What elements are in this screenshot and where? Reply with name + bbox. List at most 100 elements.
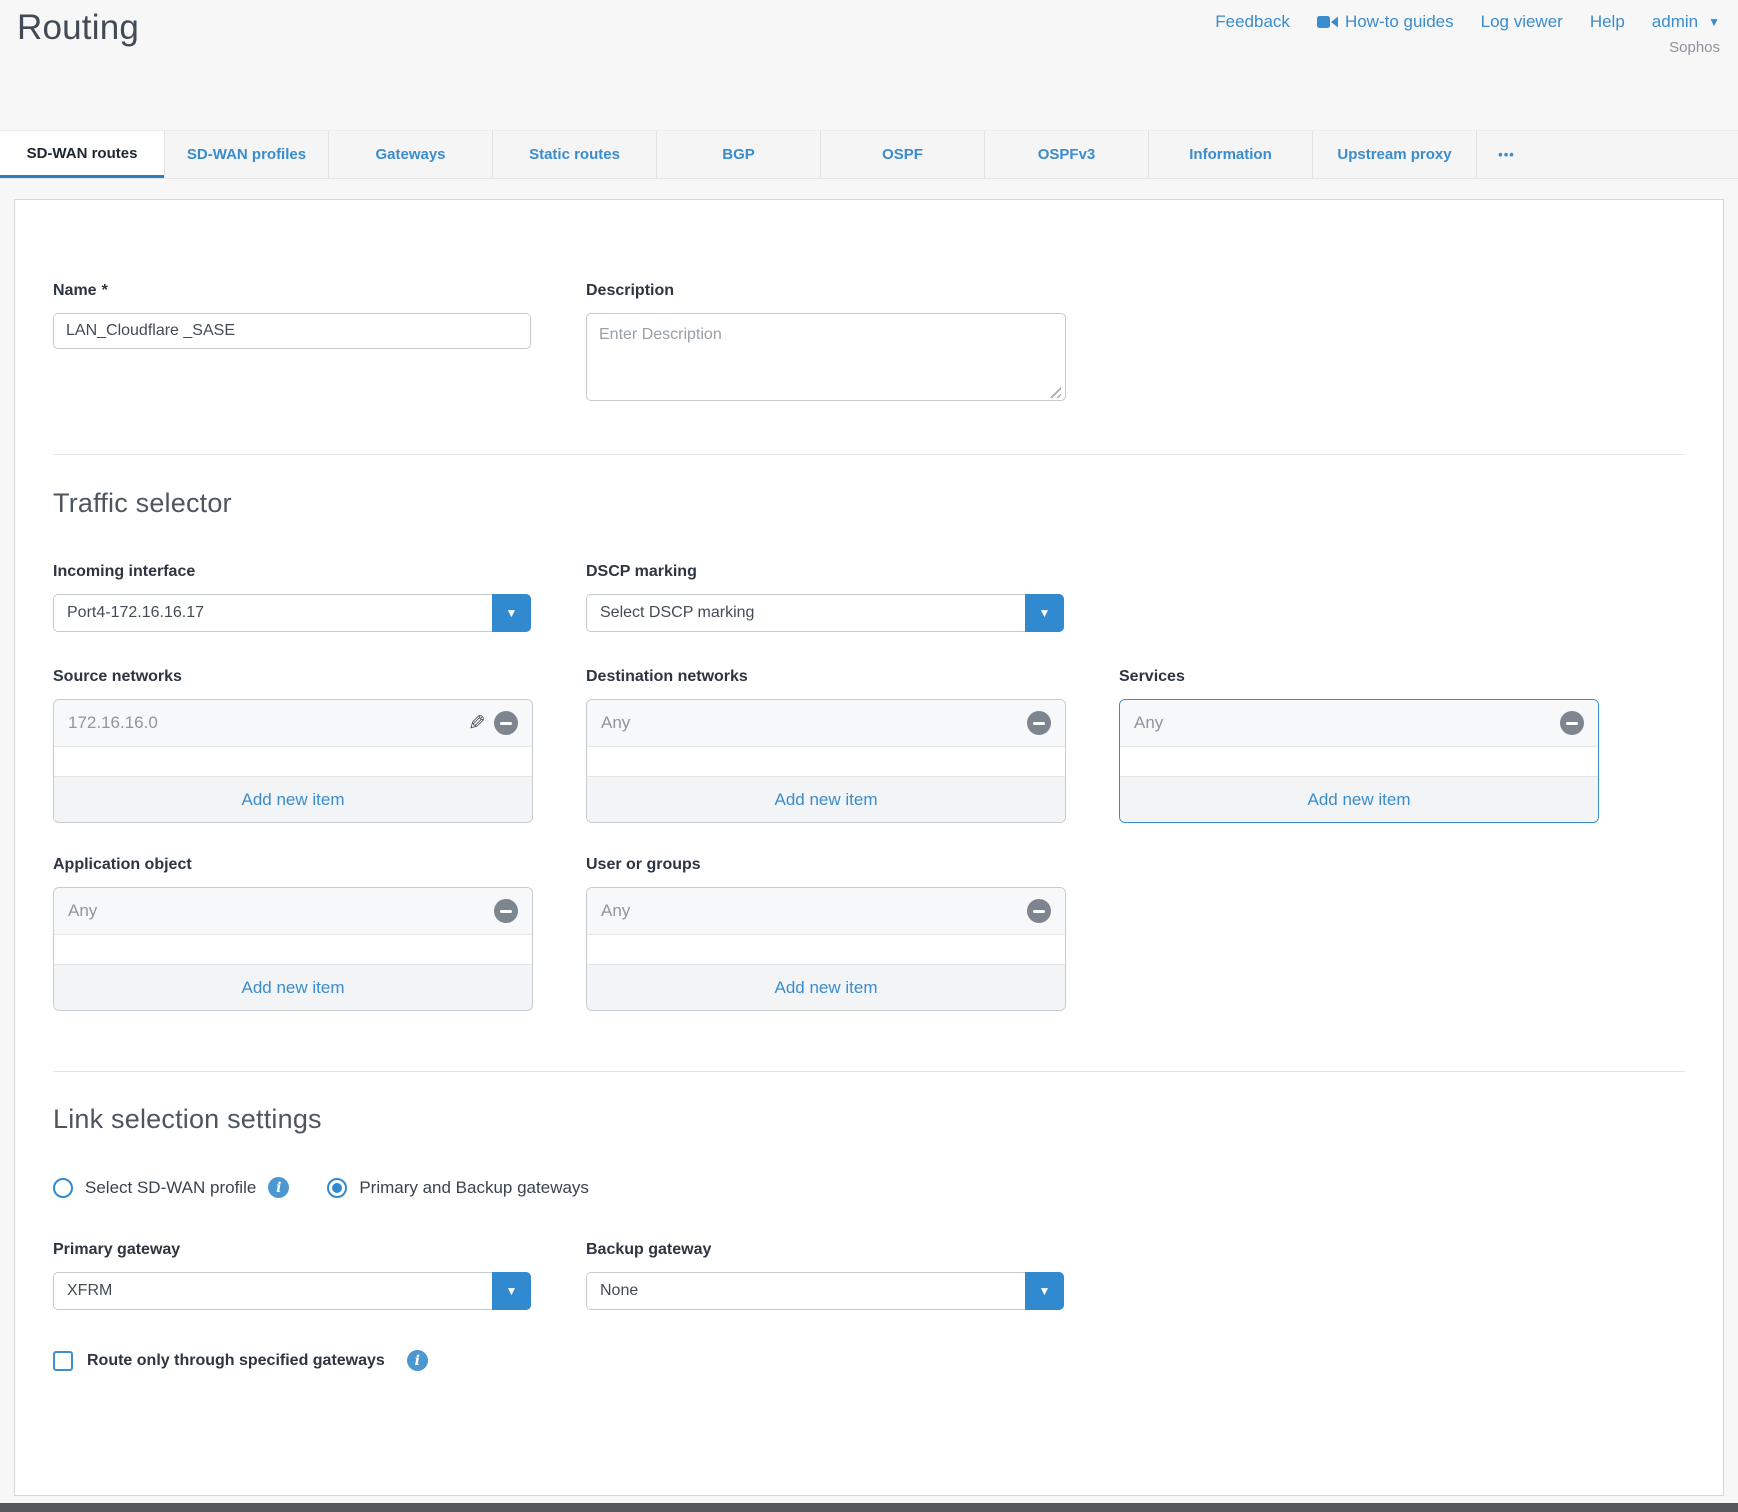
incoming-interface-select[interactable]: Port4-172.16.16.17 ▼ — [53, 594, 531, 632]
tab-gateways[interactable]: Gateways — [328, 131, 492, 178]
user-or-groups-label: User or groups — [586, 856, 1066, 874]
tab-information[interactable]: Information — [1148, 131, 1312, 178]
remove-icon[interactable] — [1027, 899, 1051, 923]
radio-button[interactable] — [53, 1178, 73, 1198]
gateways-radio-label: Primary and Backup gateways — [359, 1178, 589, 1198]
remove-icon[interactable] — [494, 711, 518, 735]
feedback-link[interactable]: Feedback — [1215, 12, 1290, 32]
destination-networks-label: Destination networks — [586, 668, 1066, 686]
source-networks-label: Source networks — [53, 668, 533, 686]
destination-networks-listbox: Any Add new item — [586, 699, 1066, 823]
application-object-add-button[interactable]: Add new item — [54, 964, 532, 1010]
remove-icon[interactable] — [1560, 711, 1584, 735]
tab-static-routes[interactable]: Static routes — [492, 131, 656, 178]
list-item-value: Any — [68, 901, 97, 921]
primary-gateway-label: Primary gateway — [53, 1241, 533, 1259]
route-only-checkbox[interactable] — [53, 1351, 73, 1371]
user-or-groups-label-text: User or groups — [586, 856, 701, 874]
tab-overflow-button[interactable]: ••• — [1476, 131, 1536, 178]
dropdown-button[interactable]: ▼ — [492, 1272, 531, 1310]
destination-networks-add-button[interactable]: Add new item — [587, 776, 1065, 822]
list-item-value: Any — [601, 713, 630, 733]
caret-down-icon: ▼ — [1708, 15, 1720, 29]
log-viewer-link[interactable]: Log viewer — [1481, 12, 1563, 32]
dscp-marking-label-text: DSCP marking — [586, 563, 697, 581]
caret-down-icon: ▼ — [1039, 1285, 1051, 1297]
services-add-button[interactable]: Add new item — [1120, 776, 1598, 822]
edit-icon[interactable]: ✎ — [468, 713, 486, 734]
list-item: Any — [54, 888, 532, 935]
list-item-value: Any — [1134, 713, 1163, 733]
section-divider — [53, 1071, 1685, 1072]
description-input[interactable] — [586, 313, 1066, 401]
tab-sdwan-profiles[interactable]: SD-WAN profiles — [164, 131, 328, 178]
description-label-text: Description — [586, 282, 674, 300]
user-or-groups-listbox: Any Add new item — [586, 887, 1066, 1011]
remove-icon[interactable] — [1027, 711, 1051, 735]
incoming-interface-label-text: Incoming interface — [53, 563, 195, 581]
source-networks-add-button[interactable]: Add new item — [54, 776, 532, 822]
remove-icon[interactable] — [494, 899, 518, 923]
radio-button[interactable] — [327, 1178, 347, 1198]
listbox-spacer — [54, 747, 532, 776]
help-link[interactable]: Help — [1590, 12, 1625, 32]
list-item-value: Any — [601, 901, 630, 921]
listbox-spacer — [54, 935, 532, 964]
dropdown-button[interactable]: ▼ — [492, 594, 531, 632]
name-input[interactable] — [53, 313, 531, 349]
incoming-interface-value: Port4-172.16.16.17 — [67, 604, 204, 622]
backup-gateway-label-text: Backup gateway — [586, 1241, 711, 1259]
sdwan-profile-radio-label: Select SD-WAN profile — [85, 1178, 256, 1198]
bottom-bar — [0, 1503, 1738, 1512]
top-navigation: Feedback How-to guides Log viewer Help a… — [1215, 12, 1720, 32]
primary-gateway-value: XFRM — [67, 1282, 112, 1300]
name-label: Name * — [53, 282, 533, 300]
list-item: Any — [1120, 700, 1598, 747]
services-listbox: Any Add new item — [1119, 699, 1599, 823]
traffic-selector-heading: Traffic selector — [53, 488, 1685, 519]
tab-upstream-proxy[interactable]: Upstream proxy — [1312, 131, 1476, 178]
listbox-spacer — [587, 747, 1065, 776]
video-camera-icon — [1317, 15, 1338, 29]
info-icon[interactable]: i — [268, 1177, 289, 1198]
listbox-spacer — [1120, 747, 1598, 776]
admin-menu[interactable]: admin ▼ — [1652, 12, 1720, 32]
list-item: 172.16.16.0 ✎ — [54, 700, 532, 747]
tab-ospf[interactable]: OSPF — [820, 131, 984, 178]
required-asterisk: * — [102, 282, 108, 300]
list-item: Any — [587, 888, 1065, 935]
name-label-text: Name — [53, 282, 97, 300]
tab-bgp[interactable]: BGP — [656, 131, 820, 178]
user-or-groups-add-button[interactable]: Add new item — [587, 964, 1065, 1010]
sdwan-route-form: Name * Description Traffic selector Incom… — [14, 199, 1724, 1496]
tab-ospfv3[interactable]: OSPFv3 — [984, 131, 1148, 178]
gateways-radio-option: Primary and Backup gateways — [327, 1178, 589, 1198]
dscp-marking-select[interactable]: Select DSCP marking ▼ — [586, 594, 1064, 632]
dscp-marking-value: Select DSCP marking — [600, 604, 754, 622]
dropdown-button[interactable]: ▼ — [1025, 594, 1064, 632]
page-title: Routing — [17, 8, 139, 48]
description-label: Description — [586, 282, 1066, 300]
info-icon[interactable]: i — [407, 1350, 428, 1371]
admin-menu-label: admin — [1652, 12, 1698, 32]
top-header: Routing Feedback How-to guides Log viewe… — [0, 0, 1738, 130]
tab-sdwan-routes[interactable]: SD-WAN routes — [0, 131, 164, 178]
feedback-link-label: Feedback — [1215, 12, 1290, 32]
destination-networks-label-text: Destination networks — [586, 668, 748, 686]
dropdown-button[interactable]: ▼ — [1025, 1272, 1064, 1310]
backup-gateway-value: None — [600, 1282, 638, 1300]
backup-gateway-select[interactable]: None ▼ — [586, 1272, 1064, 1310]
caret-down-icon: ▼ — [1039, 607, 1051, 619]
list-item: Any — [587, 700, 1065, 747]
caret-down-icon: ▼ — [506, 607, 518, 619]
how-to-guides-link[interactable]: How-to guides — [1317, 12, 1454, 32]
log-viewer-label: Log viewer — [1481, 12, 1563, 32]
how-to-guides-label: How-to guides — [1345, 12, 1454, 32]
primary-gateway-select[interactable]: XFRM ▼ — [53, 1272, 531, 1310]
tab-bar: SD-WAN routes SD-WAN profiles Gateways S… — [0, 130, 1738, 179]
backup-gateway-label: Backup gateway — [586, 1241, 1066, 1259]
brand-label: Sophos — [1669, 39, 1720, 56]
source-networks-label-text: Source networks — [53, 668, 182, 686]
source-networks-listbox: 172.16.16.0 ✎ Add new item — [53, 699, 533, 823]
help-label: Help — [1590, 12, 1625, 32]
